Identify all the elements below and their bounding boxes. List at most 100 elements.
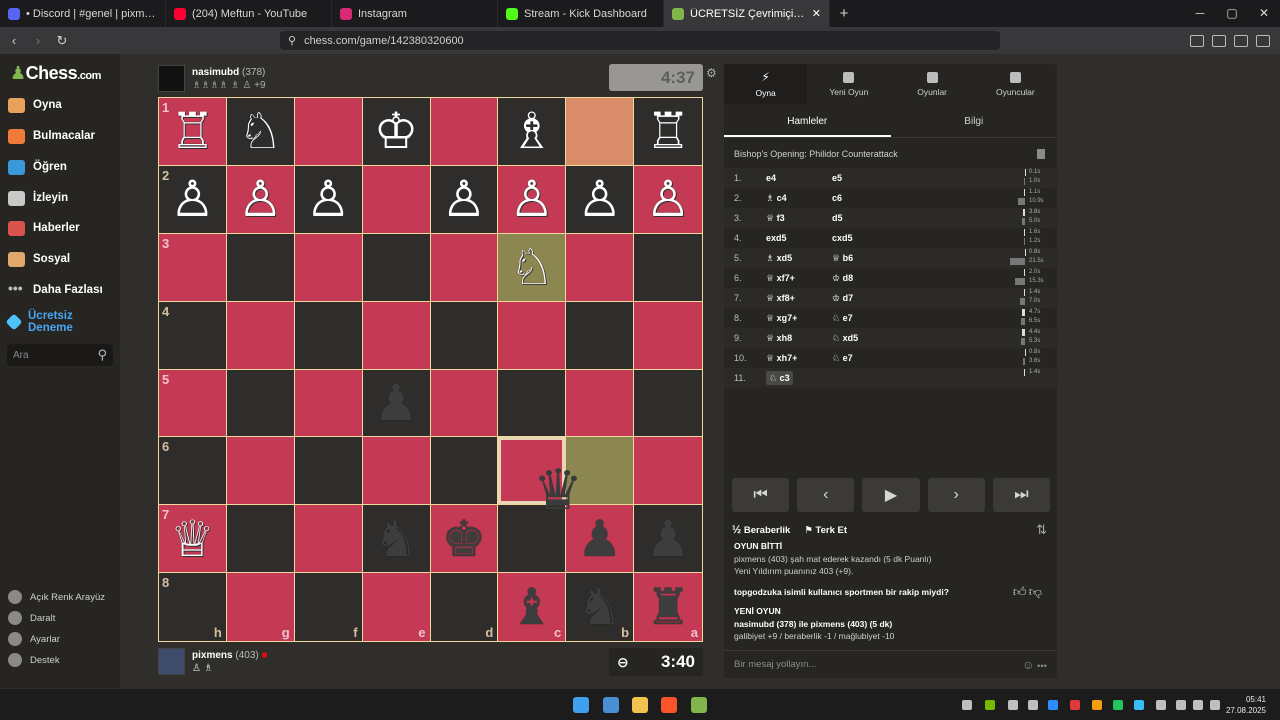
square-f6[interactable]: [294, 437, 363, 506]
square-f4[interactable]: [294, 301, 363, 370]
shield-icon[interactable]: [1234, 34, 1248, 47]
square-a6[interactable]: [634, 437, 702, 506]
sidebar-item-social[interactable]: Sosyal: [8, 249, 70, 269]
white-move[interactable]: ♕ xf7+: [766, 273, 795, 284]
square-e8[interactable]: e: [362, 573, 431, 641]
chess-piece[interactable]: ♙: [509, 174, 554, 224]
widgets-icon[interactable]: [603, 697, 619, 713]
previous-move-button[interactable]: ‹: [797, 478, 855, 512]
square-h4[interactable]: 4: [159, 301, 227, 370]
wallet-icon[interactable]: [1212, 34, 1226, 47]
close-icon[interactable]: ✕: [812, 7, 821, 20]
tray-icon-3[interactable]: [1008, 700, 1018, 710]
microphone-icon[interactable]: [1156, 700, 1166, 710]
square-g7[interactable]: [226, 505, 295, 574]
chess-piece[interactable]: ♞: [577, 582, 622, 632]
square-e6[interactable]: [362, 437, 431, 506]
square-d8[interactable]: d: [430, 573, 499, 641]
white-move[interactable]: ♕ xf8+: [766, 293, 795, 304]
window-close-icon[interactable]: ✕: [1248, 0, 1280, 27]
square-h6[interactable]: 6: [159, 437, 227, 506]
square-c5[interactable]: [498, 369, 567, 438]
square-c8[interactable]: c ♝: [498, 573, 567, 641]
square-a8[interactable]: a ♜: [634, 573, 702, 641]
nvidia-icon[interactable]: [985, 700, 995, 710]
square-f5[interactable]: [294, 369, 363, 438]
tab-chess[interactable]: ÜCRETSİZ Çevrimiçi Satranç (✕: [664, 0, 830, 27]
player-avatar[interactable]: [158, 648, 185, 675]
chess-piece[interactable]: ♟: [577, 514, 622, 564]
chess-app-icon[interactable]: [691, 697, 707, 713]
white-move[interactable]: ♘ c3: [766, 371, 793, 385]
play-button[interactable]: ▶: [862, 478, 920, 512]
opponent-avatar[interactable]: [158, 65, 185, 92]
square-f3[interactable]: [294, 233, 363, 302]
tray-icon-9[interactable]: [1134, 700, 1144, 710]
sidebar-item-learn[interactable]: Öğren: [8, 157, 67, 177]
chess-board[interactable]: 1 ♖ ♘ ♔ ♗ ♖ 2 ♙ ♙ ♙ ♙ ♙ ♙ ♙ 3 ♘ 4 5 ♟ 6 7 ♕ ♞ ♚ ♟ ♟ 8 h g f e d c ♝ b ♞ a ♜: [158, 97, 703, 642]
new-tab-button[interactable]: +: [830, 5, 858, 22]
tray-icon-1[interactable]: [962, 700, 972, 710]
square-g8[interactable]: g: [226, 573, 295, 641]
square-e7[interactable]: ♞: [362, 505, 431, 574]
chess-piece[interactable]: ♙: [646, 174, 691, 224]
square-a3[interactable]: [634, 233, 702, 302]
square-h8[interactable]: 8h: [159, 573, 227, 641]
square-e1[interactable]: ♔: [362, 98, 431, 166]
sidebar-item-news[interactable]: Haberler: [8, 218, 80, 238]
tab-moves[interactable]: Hamleler: [724, 108, 891, 137]
forward-icon[interactable]: ›: [28, 33, 48, 48]
chess-piece[interactable]: ♙: [238, 174, 283, 224]
more-options-icon[interactable]: •••: [1037, 661, 1047, 672]
square-f1[interactable]: [294, 98, 363, 166]
tab-games[interactable]: Oyunlar: [891, 64, 974, 104]
white-move[interactable]: ♕ xh8: [766, 333, 792, 344]
square-c4[interactable]: [498, 301, 567, 370]
square-a2[interactable]: ♙: [634, 165, 702, 234]
black-move[interactable]: ♔ d7: [832, 293, 853, 304]
square-e3[interactable]: [362, 233, 431, 302]
square-h5[interactable]: 5: [159, 369, 227, 438]
sidebar-item-watch[interactable]: İzleyin: [8, 188, 68, 208]
chess-piece[interactable]: ♔: [374, 106, 419, 156]
reload-icon[interactable]: ↻: [52, 33, 72, 49]
file-explorer-icon[interactable]: [632, 697, 648, 713]
white-move[interactable]: ♗ c4: [766, 193, 787, 204]
chess-piece[interactable]: ♟: [646, 514, 691, 564]
white-move[interactable]: exd5: [766, 233, 787, 243]
chess-piece[interactable]: ♖: [170, 106, 215, 156]
chess-piece[interactable]: ♘: [238, 106, 283, 156]
chess-piece[interactable]: ♙: [442, 174, 487, 224]
chess-logo[interactable]: ♟Chess.com: [10, 63, 101, 84]
black-move[interactable]: ♘ e7: [832, 353, 853, 364]
tab-new-game[interactable]: Yeni Oyun: [807, 64, 890, 104]
square-b3[interactable]: [566, 233, 635, 302]
square-b1[interactable]: [566, 98, 635, 166]
tab-discord[interactable]: • Discord | #genel | pixmens: [0, 0, 166, 27]
first-move-button[interactable]: ⏮: [732, 478, 790, 512]
opponent-name[interactable]: nasimubd (378): [192, 67, 265, 78]
black-move[interactable]: e5: [832, 173, 842, 183]
white-move[interactable]: ♗ xd5: [766, 253, 792, 264]
black-move[interactable]: cxd5: [832, 233, 853, 243]
support-button[interactable]: Destek: [8, 653, 60, 667]
chess-piece[interactable]: ♗: [509, 106, 554, 156]
black-move[interactable]: d5: [832, 213, 843, 223]
last-move-button[interactable]: ⏭: [992, 478, 1051, 512]
black-move[interactable]: ♕ b6: [832, 253, 853, 264]
collapse-button[interactable]: Daralt: [8, 611, 55, 625]
square-d3[interactable]: [430, 233, 499, 302]
maximize-icon[interactable]: ▢: [1216, 0, 1248, 27]
chat-input[interactable]: Bir mesaj yollayın... ☺ •••: [724, 650, 1057, 678]
draw-button[interactable]: ½ Beraberlik: [732, 524, 790, 536]
square-f8[interactable]: f: [294, 573, 363, 641]
minimize-icon[interactable]: ─: [1184, 0, 1216, 27]
clock-date[interactable]: 05:41 27.08.2025: [1226, 694, 1266, 716]
square-b2[interactable]: ♙: [566, 165, 635, 234]
chess-piece[interactable]: ♖: [646, 106, 691, 156]
black-move[interactable]: ♘ xd5: [832, 333, 858, 344]
chess-piece[interactable]: ♜: [646, 582, 691, 632]
site-info-icon[interactable]: ⚲: [288, 34, 296, 47]
square-h2[interactable]: 2 ♙: [159, 165, 227, 234]
square-d4[interactable]: [430, 301, 499, 370]
